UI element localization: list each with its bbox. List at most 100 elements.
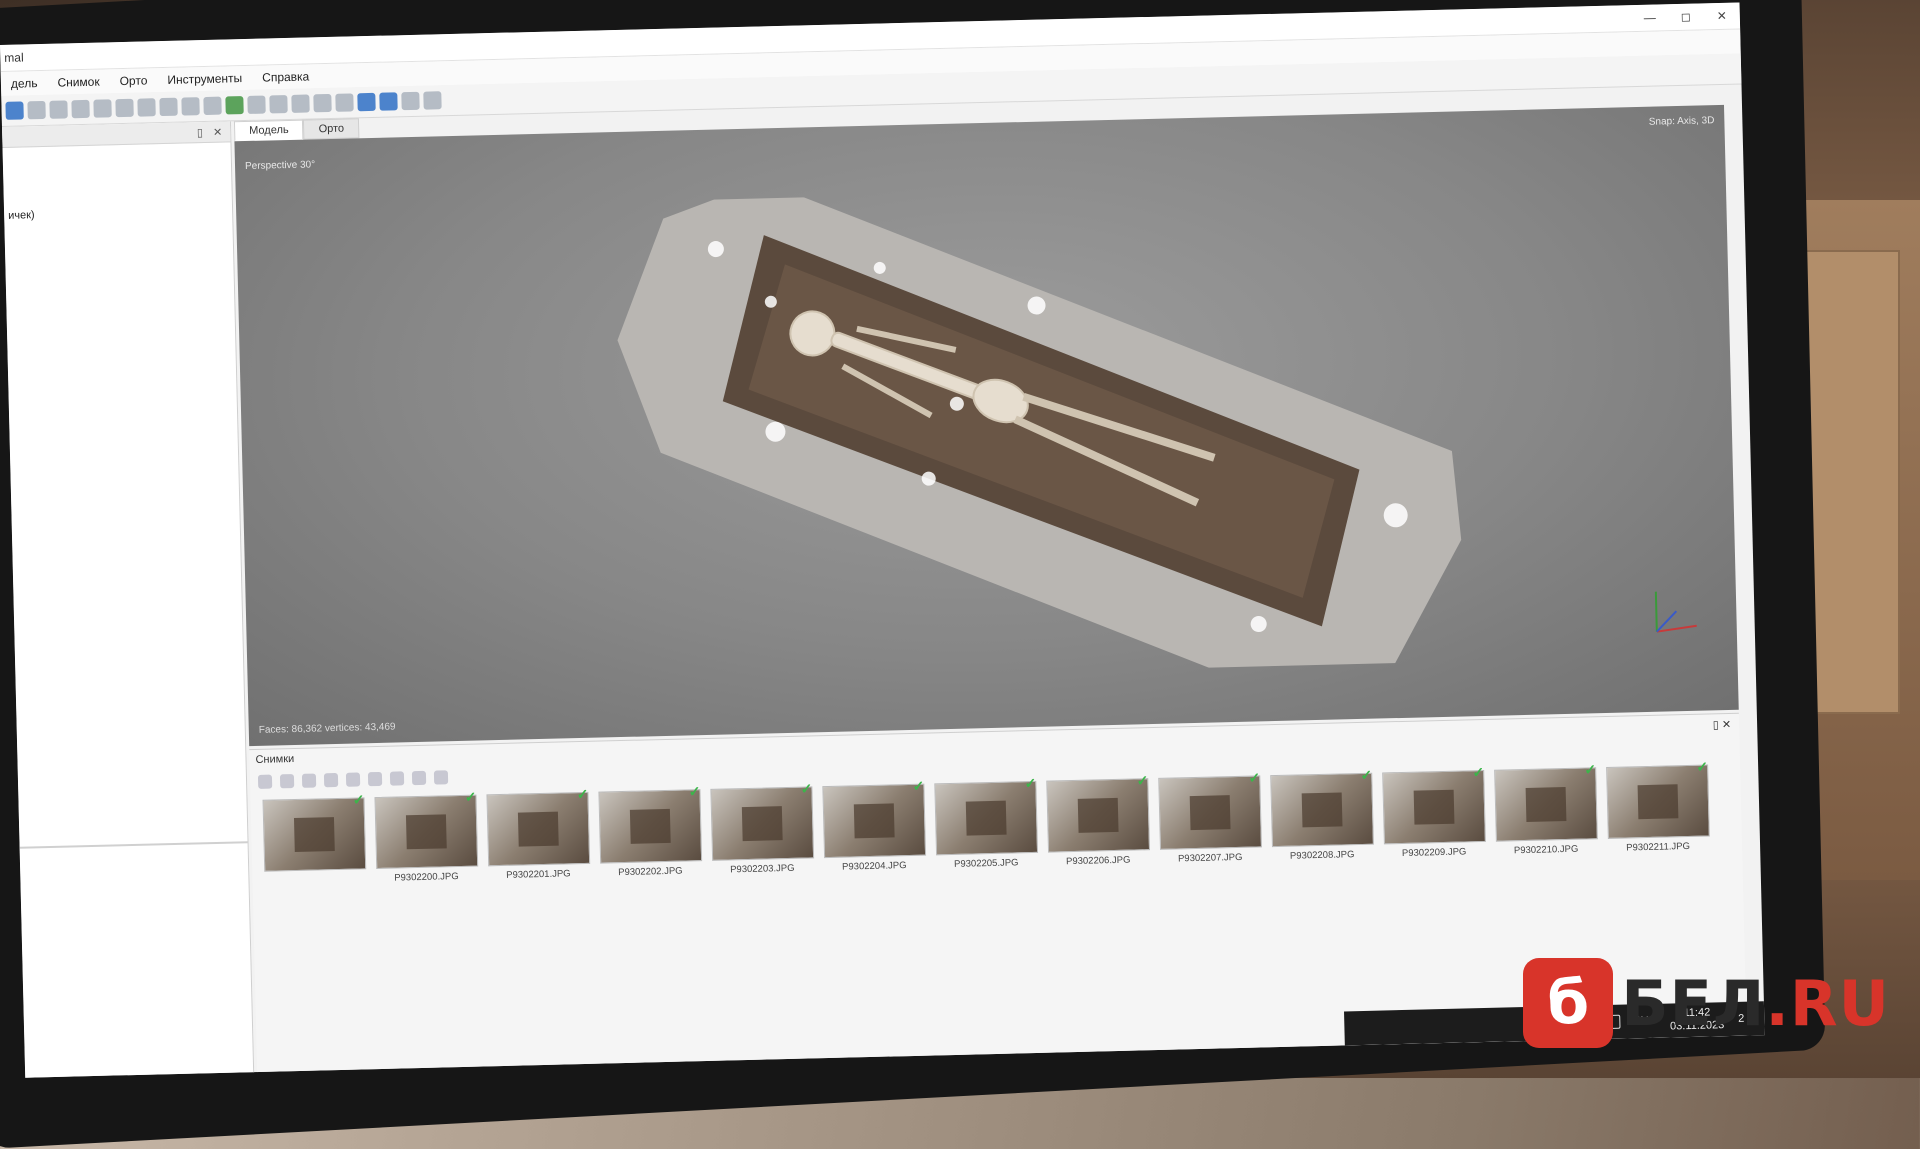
photo-thumbnail[interactable]: ✓ P9302203.JPG: [710, 780, 815, 876]
axis-gizmo: [1654, 591, 1697, 633]
filter-icon[interactable]: [433, 770, 449, 785]
photo-image: [1270, 772, 1374, 848]
brand-logo: б: [1523, 958, 1614, 1048]
check-icon: ✓: [352, 791, 365, 808]
tab-model[interactable]: Модель: [233, 119, 304, 142]
photo-image: [1606, 764, 1710, 839]
zoom-out-icon[interactable]: [137, 98, 156, 117]
photo-thumbnail[interactable]: ✓ P9302201.JPG: [486, 786, 591, 881]
list-icon[interactable]: [367, 771, 383, 787]
crop-icon[interactable]: [93, 99, 112, 118]
flag-icon[interactable]: [379, 92, 398, 111]
photo-filename: P9302206.JPG: [1065, 854, 1131, 868]
rectangle-icon[interactable]: [203, 96, 222, 116]
model-viewport[interactable]: Perspective 30° Snap: Axis, 3D Faces: 86…: [234, 104, 1739, 747]
photo-filename: P9302204.JPG: [841, 860, 907, 873]
photo-thumbnail[interactable]: ✓ P9302206.JPG: [1046, 772, 1151, 868]
photo-image: [486, 791, 591, 867]
photo-image: [1046, 778, 1151, 853]
close-button[interactable]: ✕: [1704, 8, 1740, 23]
rotate-left-icon[interactable]: [257, 774, 273, 789]
photo-image: [934, 780, 1039, 856]
workspace-panel: ▯ ✕ ичек): [2, 121, 255, 1078]
camera-icon[interactable]: [247, 95, 266, 114]
photo-thumbnail[interactable]: ✓ P9302207.JPG: [1158, 769, 1262, 865]
snap-label: Snap: Axis, 3D: [1648, 115, 1715, 128]
thumbnails-icon[interactable]: [411, 770, 427, 786]
photo-thumbnail[interactable]: ✓ P9302202.JPG: [598, 783, 703, 879]
excavation-model[interactable]: [566, 181, 1497, 684]
photo-thumbnail[interactable]: ✓ P9302211.JPG: [1606, 758, 1710, 854]
tab-ortho[interactable]: Орто: [303, 118, 360, 140]
disable-icon[interactable]: [345, 772, 361, 787]
workspace-item[interactable]: ичек): [3, 142, 233, 222]
check-icon: ✓: [1584, 761, 1597, 778]
menu-help[interactable]: Справка: [252, 69, 319, 85]
photo-image: [1494, 767, 1598, 842]
marker-icon[interactable]: [401, 91, 420, 111]
photo-image: [598, 789, 703, 864]
menu-model[interactable]: дель: [1, 76, 48, 91]
check-icon: ✓: [800, 780, 813, 797]
brand-text-ru: .RU: [1765, 966, 1890, 1040]
photo-thumbnail[interactable]: ✓ P9302205.JPG: [934, 775, 1039, 870]
select-icon[interactable]: [27, 100, 46, 120]
check-icon: ✓: [1696, 758, 1709, 775]
shield-icon[interactable]: [357, 92, 376, 112]
check-icon: ✓: [576, 785, 589, 803]
minimize-button[interactable]: —: [1632, 10, 1668, 25]
photo-filename: P9302210.JPG: [1513, 843, 1579, 857]
check-icon: ✓: [464, 788, 477, 805]
photo-filename: P9302205.JPG: [953, 857, 1019, 870]
photo-filename: P9302211.JPG: [1626, 840, 1691, 854]
panel-close-icon[interactable]: ✕: [213, 125, 223, 138]
edit-icon[interactable]: [269, 94, 288, 114]
move-icon[interactable]: [159, 97, 178, 117]
photo-thumbnail[interactable]: ✓ P9302210.JPG: [1494, 761, 1598, 857]
delete-icon[interactable]: [71, 99, 90, 119]
zoom-in-icon[interactable]: [115, 98, 134, 118]
photo-filename: P9302203.JPG: [730, 862, 795, 876]
photo-image: [710, 786, 815, 861]
photos-close-icon[interactable]: ▯ ✕: [1713, 717, 1732, 730]
enable-icon[interactable]: [323, 772, 339, 788]
photo-filename: [264, 873, 364, 875]
image-icon[interactable]: [335, 93, 354, 112]
remove-icon[interactable]: [301, 773, 317, 788]
check-icon: ✓: [912, 777, 925, 794]
grid-icon[interactable]: [181, 97, 200, 116]
panel-divider: [19, 841, 248, 849]
photo-thumbnail[interactable]: ✓: [262, 791, 367, 886]
pen-icon[interactable]: [49, 100, 68, 119]
rotate-icon[interactable]: [225, 96, 244, 115]
check-icon: ✓: [1360, 766, 1373, 783]
photo-filename: P9302201.JPG: [506, 868, 571, 881]
menu-photo[interactable]: Снимок: [47, 74, 109, 90]
photo-thumbnail[interactable]: ✓ P9302209.JPG: [1382, 764, 1486, 859]
check-icon: ✓: [688, 783, 701, 800]
photos-title: Снимки: [255, 753, 295, 766]
rotate-right-icon[interactable]: [279, 774, 295, 789]
photo-image: [262, 797, 367, 872]
check-icon: ✓: [1136, 772, 1149, 789]
photo-thumbnail[interactable]: ✓ P9302204.JPG: [822, 778, 927, 873]
photo-image: [1382, 769, 1486, 845]
sphere-icon[interactable]: [313, 93, 332, 113]
menu-tools[interactable]: Инструменты: [157, 71, 252, 87]
home-icon[interactable]: [423, 91, 442, 110]
photo-thumbnail[interactable]: ✓ P9302200.JPG: [374, 789, 479, 884]
photo-thumbnail[interactable]: ✓ P9302208.JPG: [1270, 767, 1374, 862]
photo-filename: P9302202.JPG: [618, 865, 683, 879]
maximize-button[interactable]: ◻: [1668, 9, 1704, 24]
details-icon[interactable]: [389, 771, 405, 786]
navigate-icon[interactable]: [5, 101, 24, 120]
screen: mal — ◻ ✕ дель Снимок Орто Инструменты С…: [0, 2, 1765, 1078]
photo-image: [822, 783, 927, 859]
watermark: б БЕЛ.RU: [1523, 958, 1890, 1048]
check-icon: ✓: [1024, 774, 1037, 792]
photo-filename: P9302207.JPG: [1177, 851, 1243, 865]
ruler-icon[interactable]: [291, 94, 310, 113]
mesh-stats: Faces: 86,362 vertices: 43,469: [258, 721, 396, 736]
menu-ortho[interactable]: Орто: [109, 73, 157, 88]
pin-icon[interactable]: ▯: [197, 126, 203, 139]
